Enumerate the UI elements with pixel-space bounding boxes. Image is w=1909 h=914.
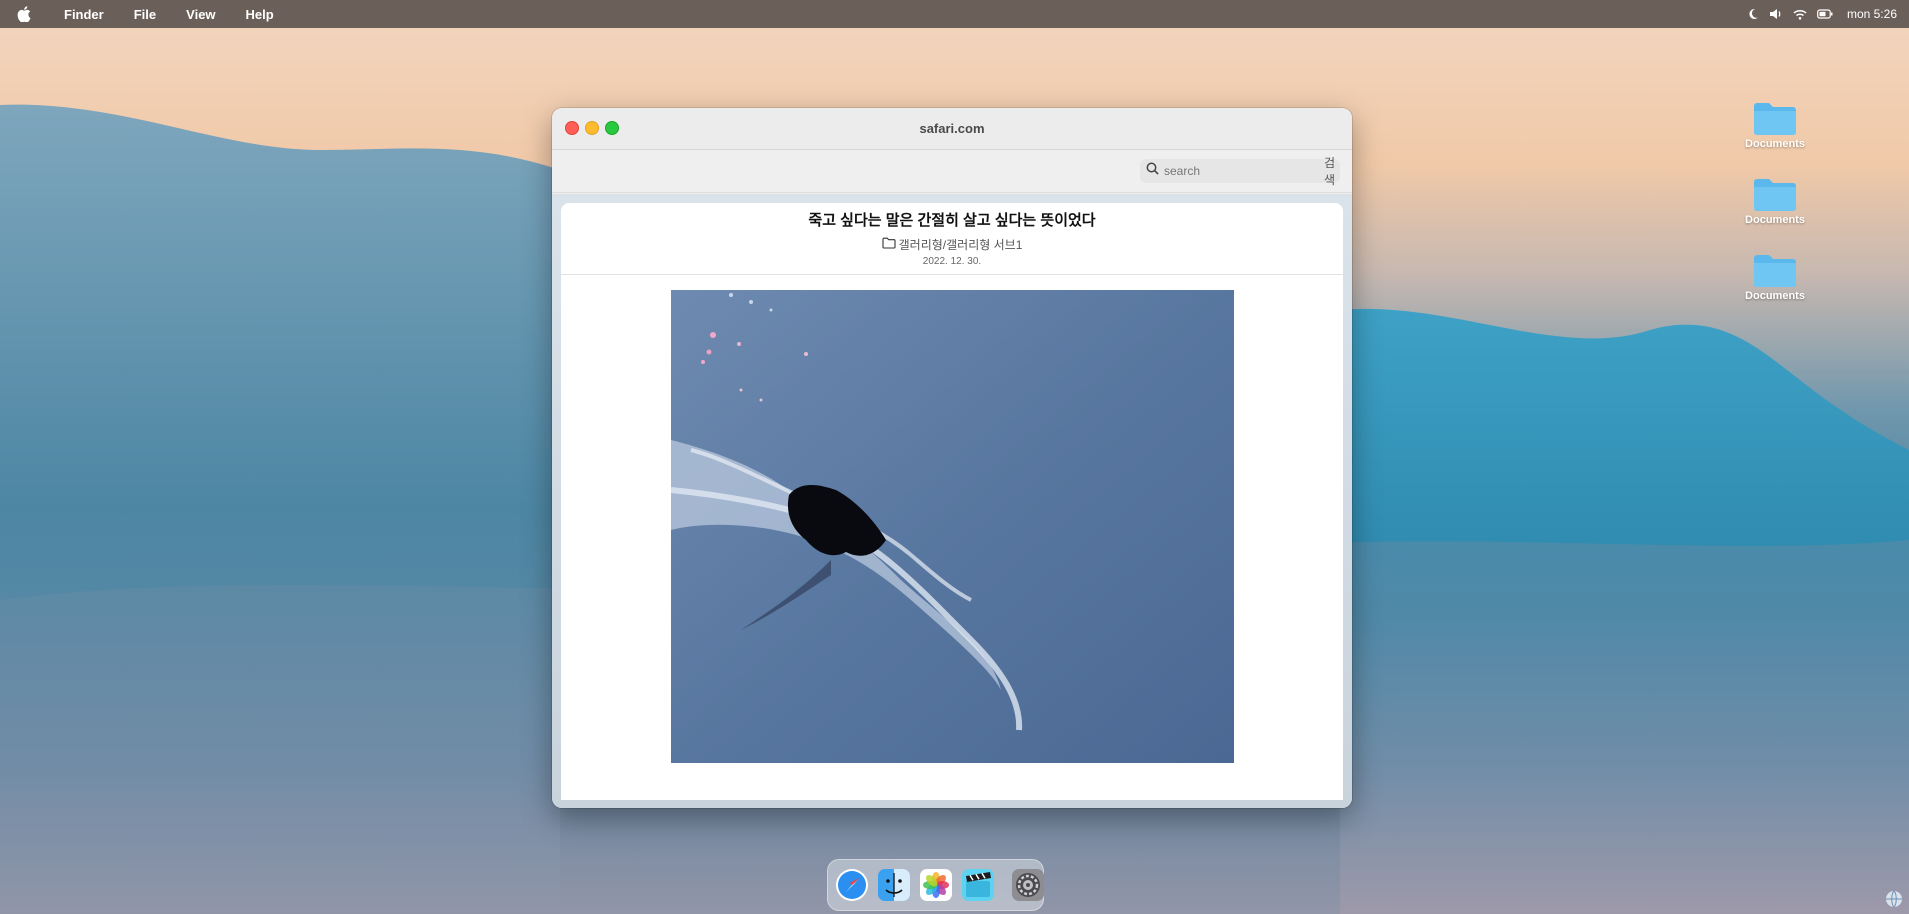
maximize-button[interactable] xyxy=(605,121,619,135)
post-category-label: 갤러리형/갤러리형 서브1 xyxy=(898,238,1023,252)
clock[interactable]: mon 5:26 xyxy=(1847,7,1897,21)
traffic-lights xyxy=(565,121,619,135)
status-area: mon 5:26 xyxy=(1747,0,1897,28)
window-titlebar[interactable]: safari.com xyxy=(552,108,1352,150)
folder-icon xyxy=(1754,255,1796,287)
dark-mode-moon-icon[interactable] xyxy=(1747,8,1759,20)
post-category[interactable]: 갤러리형/갤러리형 서브1 xyxy=(561,236,1343,253)
post-date: 2022. 12. 30. xyxy=(922,256,982,267)
search-box: 검색 xyxy=(1140,156,1340,187)
menu-bar: Finder File View Help mon 5:26 xyxy=(0,0,1909,28)
apple-menu-icon[interactable] xyxy=(14,4,34,24)
volume-icon[interactable] xyxy=(1769,8,1783,20)
desktop-folder-label: Documents xyxy=(1745,138,1805,150)
window-title: safari.com xyxy=(919,121,985,136)
system-preferences-icon[interactable] xyxy=(1011,868,1045,902)
sea-whale-photo xyxy=(671,290,1234,763)
battery-icon[interactable] xyxy=(1817,9,1833,19)
post-title[interactable]: 죽고 싶다는 말은 간절히 살고 싶다는 뜻이었다 xyxy=(561,209,1343,230)
desktop-folder-label: Documents xyxy=(1745,214,1805,226)
post-header: 죽고 싶다는 말은 간절히 살고 싶다는 뜻이었다 갤러리형/갤러리형 서브1 … xyxy=(561,203,1343,275)
desktop-folder-documents[interactable]: Documents xyxy=(1735,100,1815,150)
desktop-folder-documents[interactable]: Documents xyxy=(1735,252,1815,302)
blog-post: 죽고 싶다는 말은 간절히 살고 싶다는 뜻이었다 갤러리형/갤러리형 서브1 … xyxy=(561,203,1343,800)
window-toolbar: 검색 xyxy=(552,150,1352,193)
finder-icon[interactable] xyxy=(877,868,911,902)
safari-icon[interactable] xyxy=(835,868,869,902)
imovie-icon[interactable] xyxy=(961,868,995,902)
search-button[interactable]: 검색 xyxy=(1324,154,1335,188)
desktop-folder-label: Documents xyxy=(1745,290,1805,302)
menu-file[interactable]: File xyxy=(134,7,156,22)
corner-globe-icon[interactable] xyxy=(1885,890,1903,908)
menu-help[interactable]: Help xyxy=(246,7,274,22)
desktop-folder-documents[interactable]: Documents xyxy=(1735,176,1815,226)
dock xyxy=(827,859,1044,911)
folder-outline-icon xyxy=(882,237,896,252)
folder-icon xyxy=(1754,179,1796,211)
menu-view[interactable]: View xyxy=(186,7,215,22)
search-input[interactable] xyxy=(1164,164,1319,178)
close-button[interactable] xyxy=(565,121,579,135)
folder-icon xyxy=(1754,103,1796,135)
safari-window: safari.com 검색 죽고 싶다는 말은 간절히 살고 싶다는 뜻이었다 … xyxy=(552,108,1352,808)
wifi-icon[interactable] xyxy=(1793,9,1807,20)
search-icon xyxy=(1146,162,1159,180)
menu-finder[interactable]: Finder xyxy=(64,7,104,22)
minimize-button[interactable] xyxy=(585,121,599,135)
photos-icon[interactable] xyxy=(919,868,953,902)
post-image xyxy=(671,290,1234,763)
